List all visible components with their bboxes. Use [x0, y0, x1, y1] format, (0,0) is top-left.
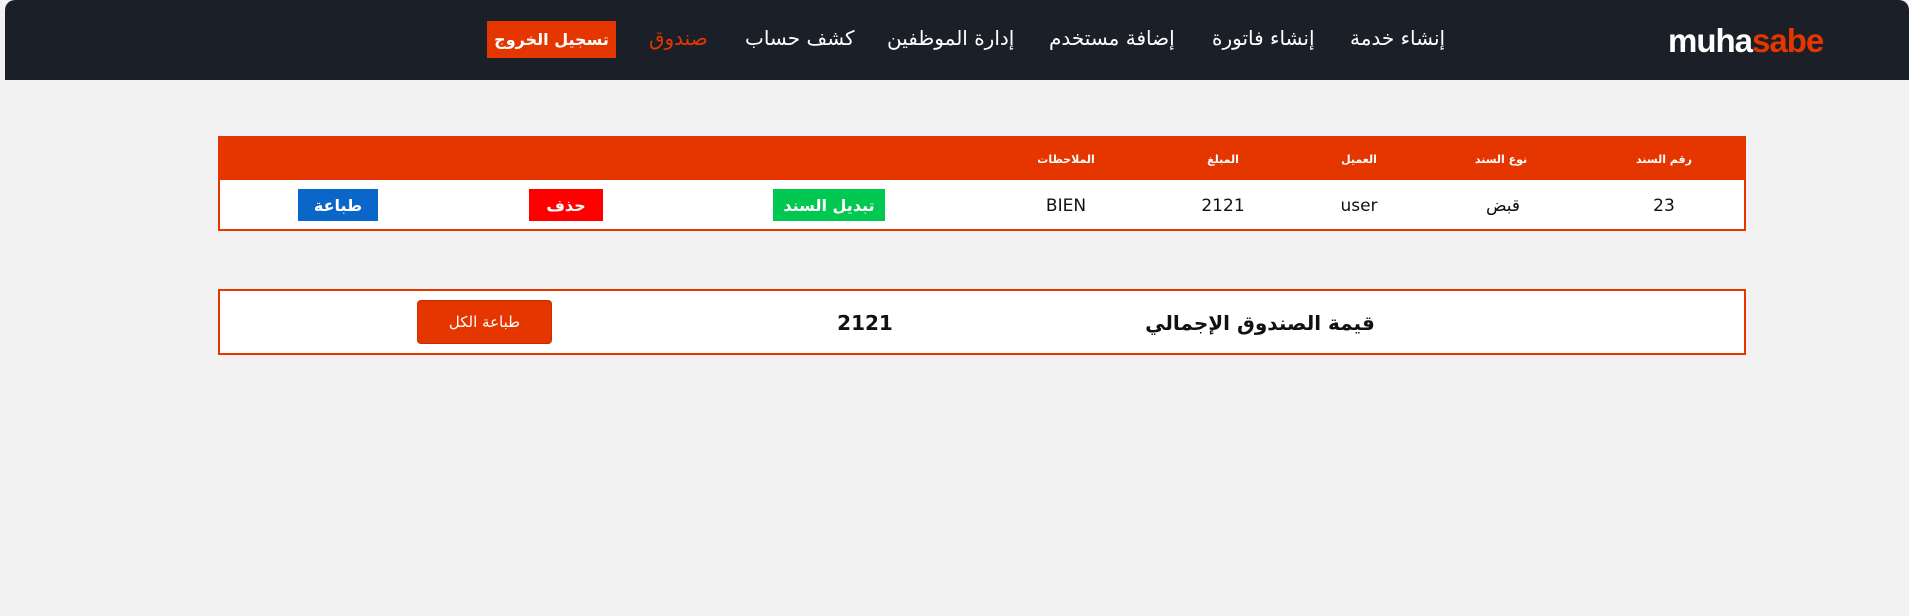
top-navbar: muhasabe إنشاء خدمة إنشاء فاتورة إضافة م… — [5, 0, 1909, 80]
nav-add-user[interactable]: إضافة مستخدم — [1049, 26, 1175, 50]
nav-manage-employees[interactable]: إدارة الموظفين — [887, 26, 1014, 50]
nav-cashbox[interactable]: صندوق — [649, 26, 708, 50]
cell-receipt-type: قبض — [1485, 196, 1521, 216]
nav-account-statement[interactable]: كشف حساب — [745, 26, 855, 50]
logout-button[interactable]: تسجيل الخروج — [487, 21, 616, 58]
logo-text-main: muha — [1668, 22, 1753, 59]
header-amount: المبلغ — [1207, 153, 1239, 166]
print-button[interactable]: طباعة — [298, 189, 378, 221]
header-notes: الملاحظات — [1037, 153, 1095, 166]
header-client: العميل — [1341, 153, 1377, 166]
table-header: رقم السند نوع السند العميل المبلغ الملاح… — [220, 138, 1744, 180]
nav-create-service[interactable]: إنشاء خدمة — [1350, 26, 1445, 50]
total-label: قيمة الصندوق الإجمالي — [1145, 311, 1375, 335]
total-value: 2121 — [837, 311, 893, 335]
cashbox-total-panel: قيمة الصندوق الإجمالي 2121 طباعة الكل — [218, 289, 1746, 355]
header-receipt-no: رقم السند — [1636, 153, 1692, 166]
cell-client: user — [1340, 196, 1378, 216]
cell-receipt-no: 23 — [1653, 196, 1675, 216]
nav-create-invoice[interactable]: إنشاء فاتورة — [1212, 26, 1315, 50]
delete-button[interactable]: حذف — [529, 189, 603, 221]
receipts-table: رقم السند نوع السند العميل المبلغ الملاح… — [218, 136, 1746, 231]
logo-text-accent: sabe — [1752, 22, 1824, 59]
brand-logo[interactable]: muhasabe — [1668, 22, 1824, 60]
edit-receipt-button[interactable]: تبديل السند — [773, 189, 885, 221]
cell-amount: 2121 — [1201, 196, 1245, 216]
cell-notes: BIEN — [1045, 196, 1087, 216]
header-receipt-type: نوع السند — [1474, 153, 1528, 166]
print-all-button[interactable]: طباعة الكل — [417, 300, 552, 344]
